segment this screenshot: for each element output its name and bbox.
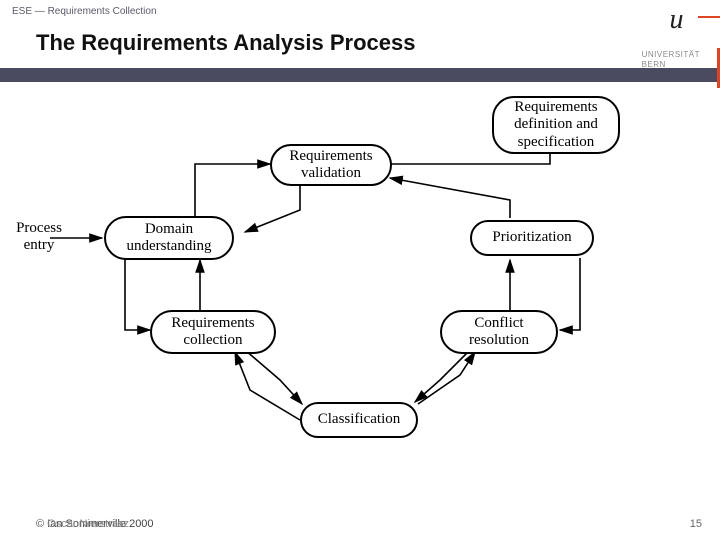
breadcrumb: ESE — Requirements Collection: [0, 0, 720, 28]
page-title-area: The Requirements Analysis Process: [0, 28, 720, 68]
page-title: The Requirements Analysis Process: [36, 30, 720, 56]
node-requirements-definition-specification: Requirements definition and specificatio…: [492, 96, 620, 154]
logo-university-name: UNIVERSITÄT BERN: [642, 50, 700, 69]
process-diagram: Process entry Requirements validation Re…: [20, 120, 700, 480]
logo-underline: [698, 16, 720, 18]
node-requirements-validation: Requirements validation: [270, 144, 392, 186]
node-requirements-collection: Requirements collection: [150, 310, 276, 354]
node-conflict-resolution: Conflict resolution: [440, 310, 558, 354]
node-domain-understanding: Domain understanding: [104, 216, 234, 260]
node-classification: Classification: [300, 402, 418, 438]
process-entry-label: Process entry: [14, 220, 64, 253]
footer-copyright: © Ian Sommerville 2000 © Oscar Nierstras…: [36, 518, 154, 530]
logo-letter-u: u: [670, 4, 684, 35]
node-prioritization: Prioritization: [470, 220, 594, 256]
copyright-overlay: © Oscar Nierstrasz: [36, 518, 129, 530]
header-divider: [0, 68, 720, 82]
page-number: 15: [690, 518, 702, 530]
breadcrumb-text: ESE — Requirements Collection: [12, 6, 157, 17]
university-logo: u b UNIVERSITÄT BERN: [670, 6, 696, 34]
